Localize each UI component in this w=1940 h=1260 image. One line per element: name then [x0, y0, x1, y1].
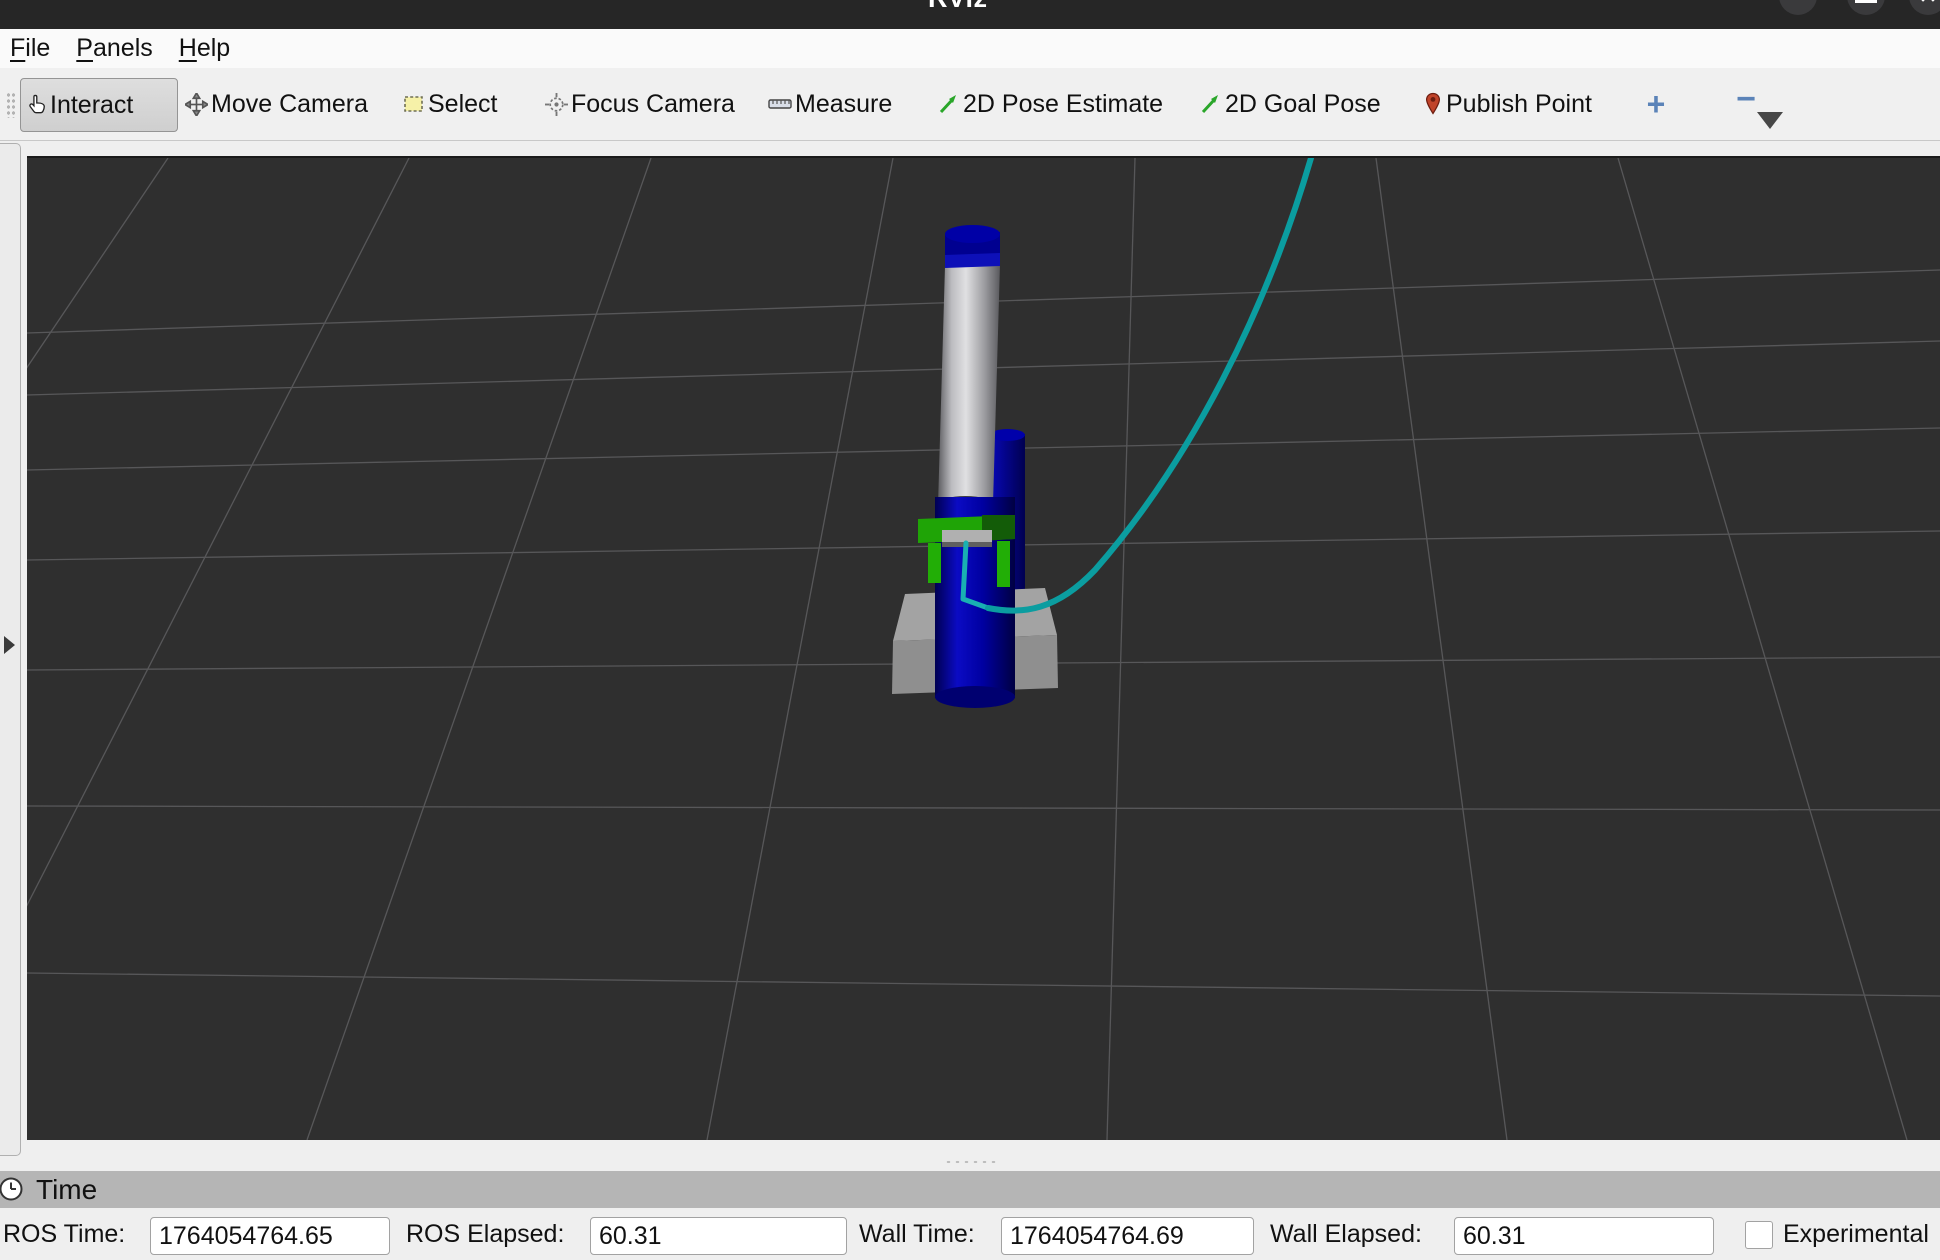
title-bar[interactable]: RViz — [0, 0, 1940, 29]
tool-select[interactable]: Select — [403, 68, 497, 140]
green-arrow-icon — [938, 93, 960, 115]
menu-panels[interactable]: Panels — [76, 34, 152, 63]
wall-elapsed-field[interactable] — [1454, 1217, 1714, 1255]
tool-2d-goal-pose[interactable]: 2D Goal Pose — [1200, 68, 1381, 140]
toolbar-overflow-caret[interactable] — [1757, 112, 1783, 129]
tool-measure[interactable]: Measure — [768, 68, 892, 140]
menu-file[interactable]: File — [10, 34, 50, 63]
tool-publish-point-label: Publish Point — [1446, 90, 1592, 119]
ruler-icon — [768, 97, 792, 111]
wall-time-label: Wall Time: — [859, 1208, 975, 1260]
wall-time-field[interactable] — [1001, 1217, 1254, 1255]
ros-time-label: ROS Time: — [3, 1208, 125, 1260]
rviz-window: RViz File Panels Help Interact — [0, 0, 1940, 1260]
ros-time-field[interactable] — [150, 1217, 390, 1255]
time-panel-fields: ROS Time: ROS Elapsed: Wall Time: Wall E… — [0, 1208, 1940, 1260]
clock-icon — [0, 1176, 24, 1202]
tool-focus-camera-label: Focus Camera — [571, 90, 735, 119]
tool-select-label: Select — [428, 90, 497, 119]
tool-focus-camera[interactable]: Focus Camera — [545, 68, 735, 140]
experimental-checkbox[interactable] — [1745, 1221, 1773, 1249]
tool-2d-goal-pose-label: 2D Goal Pose — [1225, 90, 1381, 119]
minimize-button[interactable] — [1847, 0, 1885, 15]
green-arrow-icon — [1200, 93, 1222, 115]
time-panel-title: Time — [36, 1174, 97, 1206]
tool-move-camera-label: Move Camera — [211, 90, 368, 119]
tool-2d-pose-estimate[interactable]: 2D Pose Estimate — [938, 68, 1163, 140]
close-button[interactable] — [1909, 0, 1940, 15]
collapsed-displays-panel[interactable] — [0, 143, 21, 1156]
menu-bar: File Panels Help — [0, 29, 1940, 68]
tool-measure-label: Measure — [795, 90, 892, 119]
menu-help[interactable]: Help — [179, 34, 230, 63]
toolbar: Interact Move Camera Select — [0, 68, 1940, 141]
render-canvas[interactable] — [27, 158, 1940, 1140]
add-tool-button[interactable]: + — [1636, 68, 1676, 140]
ros-elapsed-field[interactable] — [590, 1217, 847, 1255]
experimental-label: Experimental — [1783, 1208, 1929, 1260]
tool-interact[interactable]: Interact — [20, 78, 178, 132]
select-box-icon — [403, 94, 425, 114]
tool-interact-label: Interact — [50, 91, 133, 120]
tool-publish-point[interactable]: Publish Point — [1423, 68, 1592, 140]
tool-2d-pose-estimate-label: 2D Pose Estimate — [963, 90, 1163, 119]
robot-upper-arm — [938, 264, 1000, 506]
map-pin-icon — [1423, 92, 1443, 116]
expand-panel-arrow[interactable] — [4, 636, 15, 654]
hand-icon — [26, 94, 48, 116]
move-arrows-icon — [185, 93, 208, 116]
focus-crosshair-icon — [545, 93, 568, 116]
window-button[interactable] — [1779, 0, 1817, 15]
ros-elapsed-label: ROS Elapsed: — [406, 1208, 564, 1260]
robot-model — [892, 158, 1311, 708]
tool-move-camera[interactable]: Move Camera — [185, 68, 368, 140]
minimize-icon — [1855, 0, 1877, 3]
toolbar-drag-handle[interactable] — [6, 92, 16, 118]
time-panel-header[interactable]: Time — [0, 1171, 1940, 1208]
panel-splitter-handle[interactable] — [944, 1159, 996, 1165]
render-viewport[interactable] — [27, 156, 1940, 1140]
wall-elapsed-label: Wall Elapsed: — [1270, 1208, 1422, 1260]
window-title: RViz — [928, 0, 988, 14]
